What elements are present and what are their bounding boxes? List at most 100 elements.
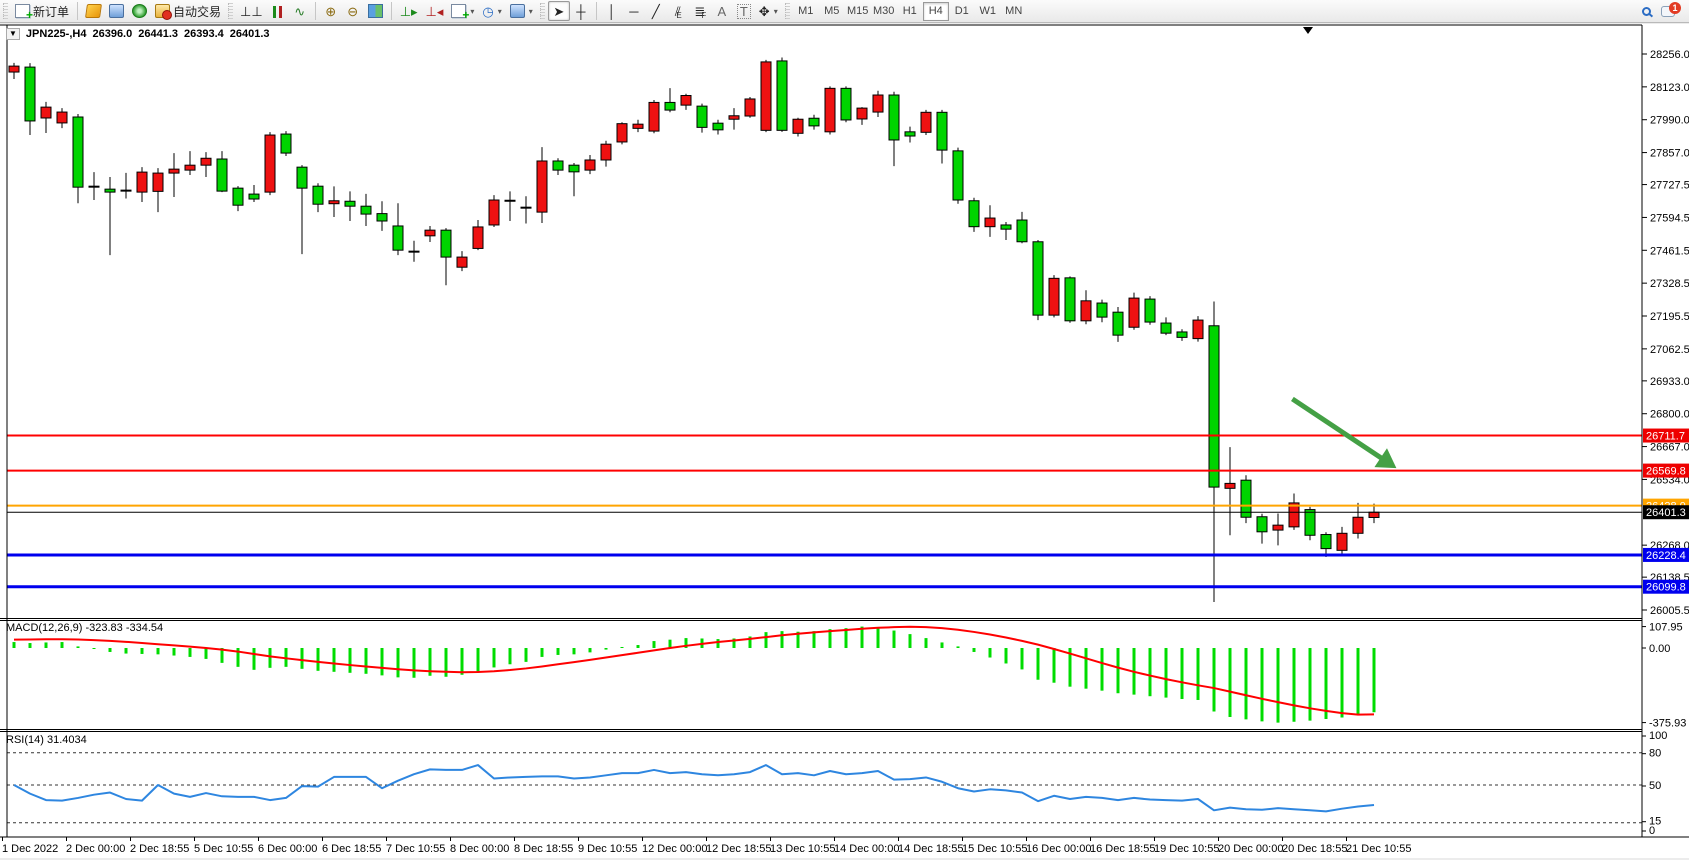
- rsi-label: RSI(14) 31.4034: [6, 734, 87, 746]
- cursor-icon: ➤: [553, 5, 564, 18]
- equidistant-channel-icon: ⫽E: [675, 5, 681, 18]
- timeframe-m30[interactable]: M30: [871, 2, 897, 21]
- chart-shift-button[interactable]: ⊥◂: [422, 1, 448, 21]
- time-axis-label: 8 Dec 00:00: [450, 843, 509, 855]
- price-axis-label: 27990.0: [1650, 115, 1689, 127]
- time-axis-label: 16 Dec 18:55: [1090, 843, 1155, 855]
- rsi-axis-label: 50: [1649, 780, 1661, 792]
- price-axis-label: 28123.0: [1650, 82, 1689, 94]
- price-flag-label: 26711.7: [1646, 431, 1685, 443]
- new-order-label: 新订单: [33, 3, 69, 20]
- autotrading-label: 自动交易: [173, 3, 221, 20]
- vertical-line-tool[interactable]: │: [601, 1, 623, 21]
- time-axis-label: 13 Dec 10:55: [770, 843, 835, 855]
- candle-bearish: [777, 57, 787, 131]
- chart-window: 107.950.00-375.93100805015028256.028123.…: [0, 24, 1689, 858]
- time-axis-label: 12 Dec 18:55: [706, 843, 771, 855]
- toolbar-grip[interactable]: [228, 3, 233, 19]
- line-chart-button[interactable]: ∿: [289, 1, 311, 21]
- time-axis-label: 20 Dec 18:55: [1282, 843, 1347, 855]
- candle-bullish: [265, 132, 275, 195]
- price-axis-label: 27461.5: [1650, 245, 1689, 257]
- time-axis-label: 7 Dec 10:55: [386, 843, 445, 855]
- auto-scroll-icon: ⊥▸: [400, 5, 418, 18]
- timeframe-mn[interactable]: MN: [1001, 2, 1027, 21]
- text-label-icon: T: [737, 4, 751, 19]
- arrows-icon: ✥: [759, 5, 770, 18]
- price-axis-label: 27195.5: [1650, 311, 1689, 323]
- price-flag-label: 26228.4: [1646, 550, 1686, 562]
- candle-bearish: [1145, 296, 1155, 325]
- chevron-down-icon: ▾: [529, 7, 533, 16]
- candle-bearish: [969, 198, 979, 232]
- price-flag-label: 26569.8: [1646, 466, 1686, 478]
- indicators-button[interactable]: ▾: [447, 1, 478, 21]
- templates-button[interactable]: ▾: [506, 1, 537, 21]
- zoom-in-button[interactable]: ⊕: [320, 1, 342, 21]
- clock-icon: ◷: [482, 5, 493, 18]
- autotrading-button[interactable]: 自动交易: [151, 1, 225, 21]
- chart-background: [0, 24, 1689, 858]
- candle-bearish: [281, 131, 291, 156]
- timeframe-h4[interactable]: H4: [923, 2, 949, 21]
- time-axis-label: 6 Dec 00:00: [258, 843, 317, 855]
- timeframe-m15[interactable]: M15: [845, 2, 871, 21]
- auto-scroll-button[interactable]: ⊥▸: [396, 1, 422, 21]
- signals-button[interactable]: [128, 1, 151, 21]
- line-chart-icon: ∿: [294, 5, 305, 18]
- time-axis-label: 19 Dec 10:55: [1154, 843, 1219, 855]
- metatrader-window: { "toolbar": { "new_order_label": "新订单",…: [0, 0, 1689, 860]
- bar-chart-icon: ⊥⊥: [240, 5, 263, 18]
- periods-button[interactable]: ◷▾: [478, 1, 505, 21]
- channel-tool[interactable]: ⫽E: [667, 1, 689, 21]
- time-axis-label: 2 Dec 18:55: [130, 843, 189, 855]
- chart-canvas[interactable]: 107.950.00-375.93100805015028256.028123.…: [0, 24, 1689, 858]
- notification-badge: 1: [1669, 2, 1681, 14]
- zoom-out-button[interactable]: ⊖: [342, 1, 364, 21]
- arrows-tool[interactable]: ✥▾: [755, 1, 782, 21]
- new-order-button[interactable]: 新订单: [11, 1, 73, 21]
- timeframe-h1[interactable]: H1: [897, 2, 923, 21]
- cursor-tool-button[interactable]: ➤: [548, 1, 570, 21]
- price-axis-label: 26800.0: [1650, 409, 1689, 421]
- trendline-tool[interactable]: ╱: [645, 1, 667, 21]
- time-axis-label: 8 Dec 18:55: [514, 843, 573, 855]
- metaeditor-button[interactable]: [82, 1, 105, 21]
- price-axis-label: 27727.5: [1650, 180, 1689, 192]
- bar-chart-button[interactable]: ⊥⊥: [236, 1, 267, 21]
- price-flag-label: 26099.8: [1646, 582, 1686, 594]
- timeframe-m5[interactable]: M5: [819, 2, 845, 21]
- toolbar-grip[interactable]: [540, 3, 545, 19]
- timeframe-w1[interactable]: W1: [975, 2, 1001, 21]
- market-watch-button[interactable]: [105, 1, 128, 21]
- candle-bearish: [953, 148, 963, 204]
- timeframe-m1[interactable]: M1: [793, 2, 819, 21]
- crayon-icon: [85, 4, 102, 18]
- one-click-trading-toggle[interactable]: ▼: [6, 28, 20, 40]
- price-axis-label: 28256.0: [1650, 49, 1689, 61]
- candle-bullish: [617, 122, 627, 144]
- rsi-axis-label: 0: [1649, 825, 1655, 837]
- time-axis-label: 6 Dec 18:55: [322, 843, 381, 855]
- time-axis-label: 16 Dec 00:00: [1026, 843, 1091, 855]
- text-label-tool[interactable]: T: [733, 1, 755, 21]
- horizontal-line-icon: ─: [629, 5, 638, 18]
- crosshair-tool-button[interactable]: ┼: [570, 1, 592, 21]
- bar-high: 26441.3: [138, 28, 178, 40]
- toolbar-grip[interactable]: [785, 3, 790, 19]
- text-tool[interactable]: A: [711, 1, 733, 21]
- search-icon[interactable]: [1642, 7, 1651, 16]
- bar-close: 26401.3: [230, 28, 270, 40]
- horizontal-line-tool[interactable]: ─: [623, 1, 645, 21]
- candle-bullish: [1049, 275, 1059, 317]
- tile-windows-button[interactable]: [364, 1, 387, 21]
- timeframe-d1[interactable]: D1: [949, 2, 975, 21]
- candlestick-chart-button[interactable]: [267, 1, 289, 21]
- chat-icon[interactable]: 1: [1661, 6, 1675, 17]
- zoom-in-icon: ⊕: [325, 5, 336, 18]
- zoom-out-icon: ⊖: [347, 5, 358, 18]
- price-axis-label: 27857.0: [1650, 148, 1689, 160]
- toolbar-grip[interactable]: [3, 3, 8, 19]
- fibonacci-tool[interactable]: ≣F: [689, 1, 711, 21]
- time-axis-label: 20 Dec 00:00: [1218, 843, 1283, 855]
